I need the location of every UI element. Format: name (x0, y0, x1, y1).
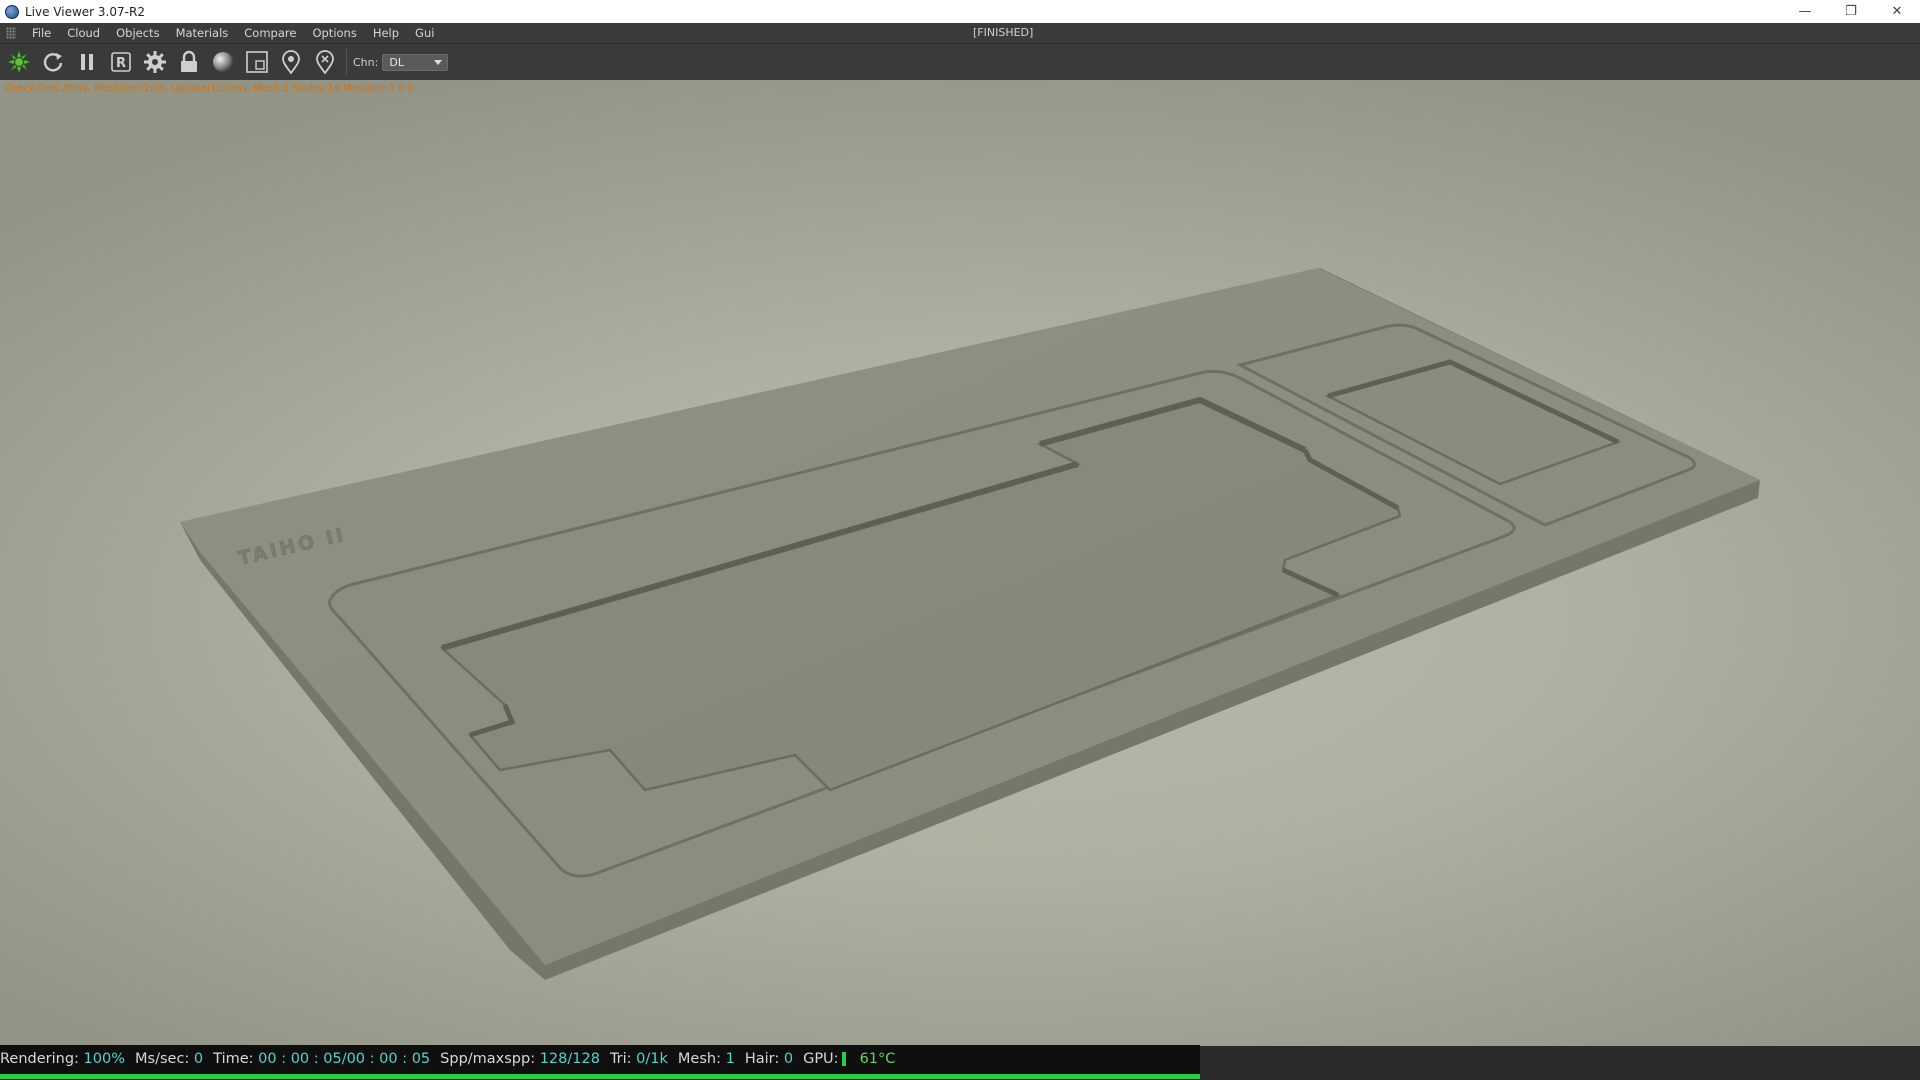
menu-cloud[interactable]: Cloud (59, 26, 108, 40)
rendered-plate: TAIHO II (180, 268, 1760, 980)
pick-focus-icon (282, 50, 300, 75)
mssec-label: Ms/sec: (135, 1050, 190, 1067)
tri-value: 0/1k (636, 1050, 668, 1067)
tri-label: Tri: (609, 1050, 632, 1067)
render-viewport[interactable]: TAIHO II Check:0ms./5ms. MeshGen:2ms. Up… (0, 80, 1920, 1046)
render-progress (0, 1072, 1200, 1080)
menu-compare[interactable]: Compare (236, 26, 304, 40)
scene-stats-line: Check:0ms./5ms. MeshGen:2ms. Update[C]:0… (4, 83, 415, 94)
pause-button[interactable] (72, 47, 102, 77)
window-title: Live Viewer 3.07-R2 (25, 4, 145, 19)
hair-value: 0 (783, 1050, 794, 1067)
gpu-label: GPU: (803, 1050, 839, 1067)
restart-icon (43, 53, 63, 72)
pick-material-icon (316, 50, 334, 75)
status-hair: Hair: 0 (745, 1051, 793, 1067)
menu-materials[interactable]: Materials (168, 26, 237, 40)
viewport-icon (246, 51, 268, 73)
render-button[interactable] (4, 47, 34, 77)
title-bar: Live Viewer 3.07-R2 — ❐ ✕ (0, 0, 1920, 23)
render-state-label: [FINISHED] (973, 26, 1034, 39)
status-tri: Tri: 0/1k (610, 1051, 668, 1067)
menu-file[interactable]: File (24, 26, 59, 40)
mesh-label: Mesh: (677, 1050, 721, 1067)
window-controls: — ❐ ✕ (1782, 0, 1920, 23)
menu-options[interactable]: Options (304, 26, 364, 40)
chevron-down-icon (434, 59, 443, 65)
time-label: Time: (213, 1050, 254, 1067)
settings-button[interactable] (140, 47, 170, 77)
status-rendering: Rendering: 100% (0, 1051, 125, 1067)
status-spp: Spp/maxspp: 128/128 (440, 1051, 600, 1067)
status-mesh: Mesh: 1 (678, 1051, 735, 1067)
gear-icon (144, 51, 166, 73)
viewport-button[interactable] (242, 47, 272, 77)
material-sphere-icon (213, 52, 233, 72)
status-bar: Rendering: 100% Ms/sec: 0 Time: 00 : 00 … (0, 1045, 1200, 1072)
restart-button[interactable] (38, 47, 68, 77)
app-icon (5, 4, 19, 19)
status-mssec: Ms/sec: 0 (135, 1051, 203, 1067)
channel-value: DL (389, 55, 404, 69)
status-gpu: GPU: 61°C (803, 1051, 895, 1067)
toolbar: R Chn: DL (0, 43, 1920, 80)
hair-label: Hair: (744, 1050, 780, 1067)
mesh-value: 1 (725, 1050, 735, 1067)
close-button[interactable]: ✕ (1874, 0, 1920, 23)
status-time: Time: 00 : 00 : 05/00 : 00 : 05 (213, 1051, 430, 1067)
toolbar-separator (346, 49, 347, 75)
minimize-button[interactable]: — (1782, 0, 1828, 23)
pick-material-button[interactable] (310, 47, 340, 77)
region-render-icon: R (111, 52, 131, 72)
rendering-value: 100% (83, 1050, 126, 1067)
region-render-button[interactable]: R (106, 47, 136, 77)
spp-label: Spp/maxspp: (440, 1050, 536, 1067)
gpu-usage-bar (841, 1051, 846, 1066)
channel-select[interactable]: DL (382, 53, 449, 71)
spp-value: 128/128 (539, 1050, 600, 1067)
lock-icon (181, 50, 197, 72)
material-sphere-button[interactable] (208, 47, 238, 77)
rendering-label: Rendering: (0, 1050, 79, 1067)
pause-icon (81, 54, 93, 70)
lock-button[interactable] (174, 47, 204, 77)
render-progress-fill (0, 1074, 1200, 1079)
menu-gui[interactable]: Gui (407, 26, 442, 40)
gpu-temperature: 61°C (859, 1050, 896, 1067)
menu-help[interactable]: Help (365, 26, 407, 40)
menu-objects[interactable]: Objects (108, 26, 167, 40)
mssec-value: 0 (193, 1050, 204, 1067)
grip-icon[interactable] (6, 27, 16, 39)
render-icon (7, 50, 31, 74)
menu-bar: File Cloud Objects Materials Compare Opt… (0, 23, 1920, 43)
time-value: 00 : 00 : 05/00 : 00 : 05 (258, 1050, 431, 1067)
restore-button[interactable]: ❐ (1828, 0, 1874, 23)
region-glyph: R (116, 56, 126, 71)
channel-label: Chn: (353, 55, 379, 69)
pick-focus-button[interactable] (276, 47, 306, 77)
